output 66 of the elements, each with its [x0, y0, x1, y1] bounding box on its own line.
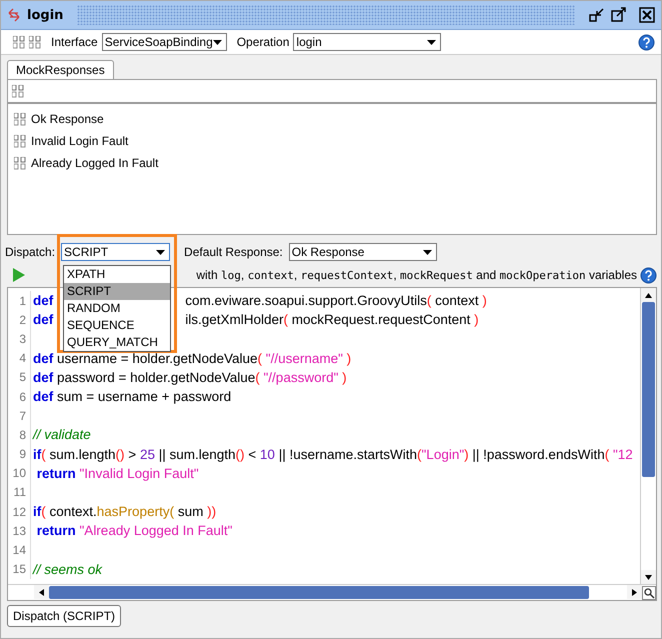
line-number: 7 — [8, 406, 31, 426]
zoom-icon[interactable] — [642, 586, 656, 600]
code-line: def — [32, 312, 54, 328]
right-arrow-icon[interactable] — [632, 588, 637, 596]
dropdown-option[interactable]: SEQUENCE — [64, 317, 170, 334]
list-item[interactable]: Invalid Login Fault — [31, 134, 128, 148]
line-number: 14 — [8, 540, 31, 560]
default-response-label: Default Response: — [184, 245, 283, 259]
interface-label: Interface — [51, 35, 98, 49]
down-arrow-icon[interactable] — [645, 574, 652, 580]
dispatch-label: Dispatch: — [5, 245, 56, 259]
list-item[interactable]: Ok Response — [31, 112, 104, 126]
help-icon[interactable] — [638, 34, 655, 50]
caret-icon — [427, 40, 436, 44]
horizontal-scrollbar[interactable] — [34, 585, 642, 600]
vertical-scrollbar[interactable] — [640, 288, 656, 584]
code-line: ils.getXmlHolder( mockRequest.requestContent ) — [184, 312, 479, 328]
code-line: def — [32, 293, 54, 308]
caret-icon — [212, 40, 222, 44]
line-number: 8 — [8, 424, 31, 445]
line-number: 13 — [8, 520, 31, 541]
dropdown-option[interactable]: RANDOM — [64, 300, 170, 317]
left-arrow-icon[interactable] — [39, 588, 44, 596]
operation-dropdown[interactable]: login — [293, 33, 442, 51]
line-number: 15 — [8, 559, 31, 580]
code-line: // validate — [31, 427, 91, 442]
restore-icon[interactable] — [589, 7, 605, 23]
operation-label: Operation — [236, 35, 290, 49]
list-item[interactable]: Already Logged In Fault — [31, 156, 158, 170]
default-response-dropdown[interactable]: Ok Response — [288, 243, 437, 261]
code-line: if( sum.length() > 25 || sum.length() < 10 || !username.startsWith("Login") || !password.endsWith( "12 — [32, 446, 633, 462]
swap-arrows-icon — [7, 8, 21, 22]
code-line: if( context.hasProperty( sum )) — [32, 504, 216, 520]
line-number: 3 — [8, 328, 31, 349]
line-number: 6 — [8, 386, 31, 407]
dropdown-option[interactable]: QUERY_MATCH — [64, 334, 170, 351]
dispatch-dropdown[interactable]: SCRIPT — [61, 243, 170, 261]
code-line: def username = holder.getNodeValue( "//username" ) — [32, 350, 352, 366]
dropdown-option[interactable]: XPATH — [64, 266, 170, 283]
tab[interactable]: MockResponses — [7, 60, 114, 79]
maximize-icon[interactable] — [611, 7, 627, 23]
line-number: 10 — [8, 463, 31, 484]
line-number: 2 — [8, 310, 31, 330]
window-title: login — [27, 8, 64, 22]
help-icon[interactable] — [640, 266, 657, 284]
code-line: def password = holder.getNodeValue( "//password" ) — [32, 370, 347, 385]
code-line: return "Invalid Login Fault" — [36, 466, 199, 481]
code-line: return "Already Logged In Fault" — [36, 523, 232, 538]
line-number: 9 — [8, 444, 31, 464]
line-number: 11 — [8, 482, 31, 502]
code-line: com.eviware.soapui.support.GroovyUtils( context ) — [184, 293, 487, 308]
caret-icon — [156, 250, 166, 254]
caret-icon — [422, 250, 432, 254]
line-number: 1 — [8, 290, 31, 311]
run-icon[interactable] — [13, 268, 25, 282]
line-number: 5 — [8, 367, 31, 388]
line-number: 12 — [8, 502, 31, 522]
close-icon[interactable] — [639, 7, 655, 23]
interface-dropdown[interactable]: ServiceSoapBinding — [102, 33, 227, 51]
code-line: def sum = username + password — [32, 389, 232, 404]
help-text: with log, context, requestContext, mockRequest and mockOperation variables — [196, 266, 637, 284]
line-number: 4 — [8, 348, 31, 368]
dropdown-option[interactable]: SCRIPT — [64, 283, 170, 300]
tab[interactable]: Dispatch (SCRIPT) — [7, 605, 122, 627]
up-arrow-icon[interactable] — [645, 292, 652, 298]
code-line: // seems ok — [31, 562, 102, 577]
